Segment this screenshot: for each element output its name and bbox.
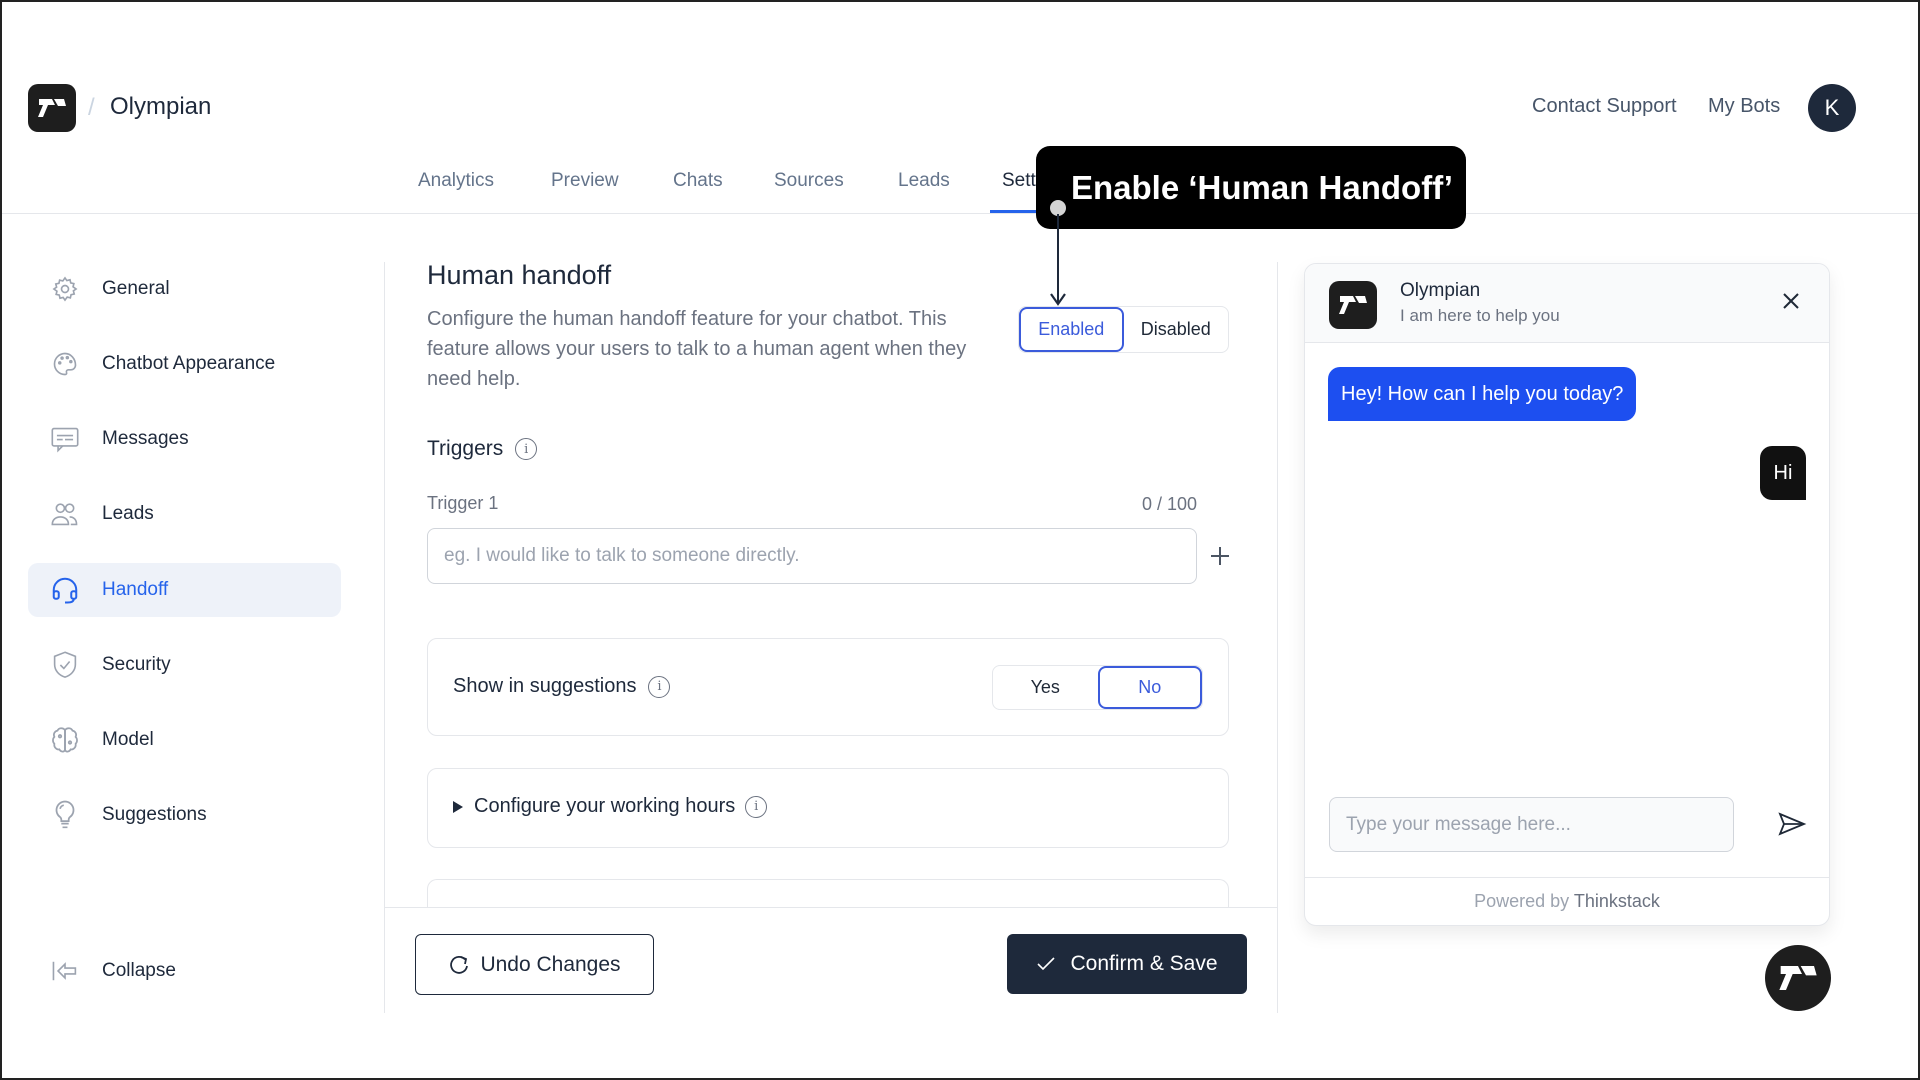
bot-name-breadcrumb[interactable]: Olympian [110,93,211,121]
app-logo[interactable] [28,84,76,132]
sidebar-item-chatbot-appearance[interactable]: Chatbot Appearance [28,337,341,391]
chat-close-button[interactable] [1781,290,1801,318]
section-title: Human handoff [427,260,612,290]
triggers-title: Triggers [427,437,504,460]
show-in-suggestions-label: Show in suggestions [453,675,637,697]
close-icon [1783,293,1799,309]
confirm-save-label: Confirm & Save [1070,952,1218,975]
sidebar-item-label: Chatbot Appearance [102,353,276,374]
users-icon [50,499,80,529]
powered-by-prefix: Powered by [1474,891,1570,911]
sidebar-item-label: Messages [102,428,189,449]
sidebar-item-handoff[interactable]: Handoff [28,563,341,617]
info-icon[interactable]: i [648,675,671,698]
headset-icon [50,575,80,605]
sidebar-collapse-button[interactable]: Collapse [28,944,341,998]
sidebar-item-label: Security [102,654,171,675]
sidebar-item-label: Suggestions [102,804,207,825]
arrow-down-icon [1050,293,1066,306]
user-message-bubble: Hi [1760,446,1806,500]
trigger-char-counter: 0 / 100 [1141,494,1197,514]
thinkstack-logo-icon [1339,296,1367,314]
triggers-heading: Triggers i [427,437,538,461]
working-hours-label: Configure your working hours [474,795,736,817]
expand-triangle-icon [453,800,463,813]
sidebar-item-label: General [102,278,170,299]
user-avatar[interactable]: K [1808,84,1856,132]
sidebar-item-security[interactable]: Security [28,638,341,692]
section-description: Configure the human handoff feature for … [427,308,967,390]
chat-footer-divider [1305,877,1829,878]
enabled-option[interactable]: Enabled [1019,307,1124,352]
show-in-suggestions-toggle[interactable]: Yes No [992,665,1203,710]
tab-sources[interactable]: Sources [774,170,844,192]
chat-message-input[interactable] [1329,797,1734,852]
confirm-save-button[interactable]: Confirm & Save [1007,934,1247,994]
brain-icon [50,725,80,755]
info-icon[interactable]: i [515,438,538,460]
trigger-label: Trigger 1 [427,493,499,513]
thinkstack-logo-icon [1779,966,1817,990]
chat-launcher-button[interactable] [1765,945,1831,1011]
powered-by-brand[interactable]: Thinkstack [1574,891,1660,911]
tutorial-callout: Enable ‘Human Handoff’ [1036,146,1466,229]
sidebar-divider [384,262,385,1013]
sidebar-item-model[interactable]: Model [28,713,341,767]
footer-divider [385,907,1277,908]
callout-text: Enable ‘Human Handoff’ [1071,168,1453,206]
breadcrumb-separator: / [88,94,95,121]
info-icon[interactable]: i [745,795,768,818]
undo-changes-button[interactable]: Undo Changes [415,934,654,995]
show-in-suggestions-label-group: Show in suggestions i [453,675,671,698]
chat-header: Olympian I am here to help you [1305,264,1829,343]
check-icon [1037,957,1056,971]
bot-message-bubble: Hey! How can I help you today? [1328,367,1637,421]
preview-divider [1277,262,1278,1013]
handoff-status-toggle[interactable]: Enabled Disabled [1018,306,1229,353]
palette-icon [50,349,80,379]
send-icon [1778,812,1807,836]
sidebar-item-label: Leads [102,503,154,524]
collapse-arrow-icon [50,956,80,986]
send-button[interactable] [1777,809,1807,839]
yes-option[interactable]: Yes [993,666,1098,709]
callout-pointer-line [1057,214,1059,302]
undo-changes-label: Undo Changes [480,952,621,976]
show-in-suggestions-card: Show in suggestions i Yes No [427,638,1229,736]
tab-preview[interactable]: Preview [551,170,619,192]
working-hours-card[interactable]: Configure your working hours i [427,768,1229,848]
no-option[interactable]: No [1097,666,1202,709]
working-hours-summary[interactable]: Configure your working hours i [452,795,768,818]
sidebar-item-suggestions[interactable]: Suggestions [28,788,341,842]
trigger-input[interactable] [427,528,1197,584]
header-divider [0,213,1920,214]
message-icon [50,424,80,454]
shield-check-icon [50,650,80,680]
sidebar-item-leads[interactable]: Leads [28,487,341,541]
chat-bot-avatar [1329,281,1377,329]
powered-by: Powered by Thinkstack [1305,891,1829,912]
chat-bot-subtitle: I am here to help you [1400,306,1560,325]
add-trigger-button[interactable] [1208,537,1232,574]
tab-analytics[interactable]: Analytics [418,170,494,192]
refresh-icon [450,955,469,974]
sidebar-item-label: Handoff [102,579,169,600]
disabled-option[interactable]: Disabled [1124,307,1229,352]
sidebar-item-label: Model [102,729,154,750]
gear-icon [50,274,80,304]
tab-leads[interactable]: Leads [898,170,950,192]
sidebar-item-messages[interactable]: Messages [28,412,341,466]
my-bots-link[interactable]: My Bots [1708,95,1780,118]
sidebar-item-general[interactable]: General [28,262,341,316]
chat-preview-widget: Olympian I am here to help you Hey! How … [1304,263,1830,926]
lightbulb-icon [50,800,80,830]
contact-support-link[interactable]: Contact Support [1532,95,1677,118]
thinkstack-logo-icon [38,99,66,117]
collapse-label: Collapse [102,960,176,981]
plus-icon [1211,547,1229,565]
chat-bot-name: Olympian [1400,280,1481,301]
tab-chats[interactable]: Chats [673,170,723,192]
